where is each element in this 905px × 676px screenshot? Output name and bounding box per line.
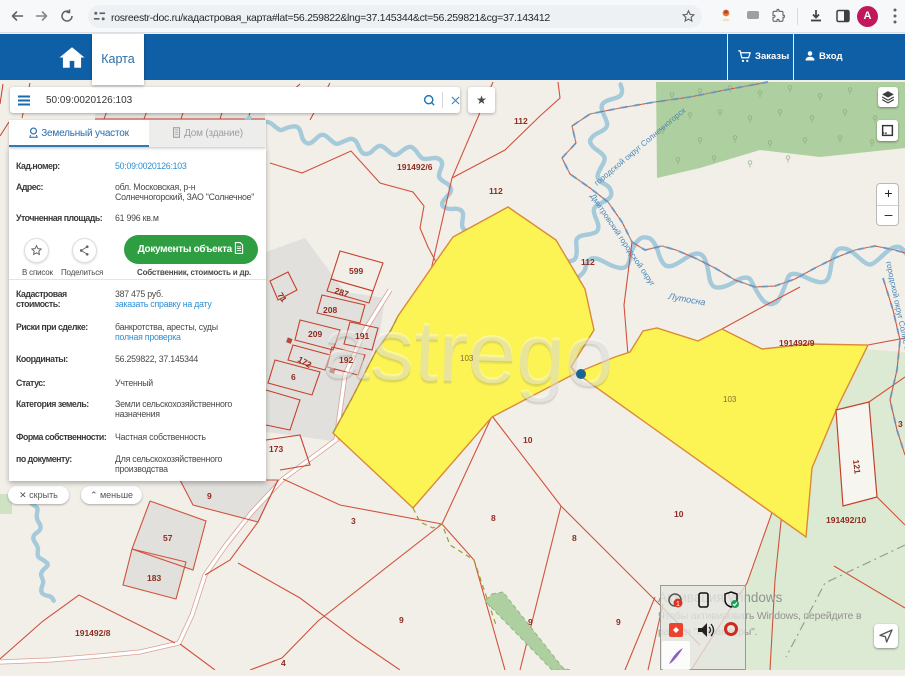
svg-text:astrego: astrego <box>320 297 615 405</box>
svg-text:8: 8 <box>491 513 496 523</box>
svg-text:4: 4 <box>281 658 286 668</box>
svg-text:191492/9: 191492/9 <box>779 338 815 348</box>
svg-text:112: 112 <box>581 257 595 267</box>
svg-text:10: 10 <box>523 435 533 445</box>
svg-text:8: 8 <box>572 533 577 543</box>
svg-text:173: 173 <box>269 444 283 454</box>
svg-text:112: 112 <box>514 116 528 126</box>
svg-text:121: 121 <box>851 459 863 475</box>
svg-text:9: 9 <box>399 615 404 625</box>
svg-text:208: 208 <box>323 305 337 315</box>
svg-text:191492/10: 191492/10 <box>826 515 866 525</box>
svg-text:3: 3 <box>351 516 356 526</box>
svg-text:103: 103 <box>723 395 737 404</box>
svg-text:599: 599 <box>349 266 363 276</box>
svg-text:3: 3 <box>898 419 903 429</box>
svg-text:112: 112 <box>489 186 503 196</box>
svg-text:1: 1 <box>676 601 680 608</box>
svg-text:9: 9 <box>528 617 533 627</box>
svg-text:209: 209 <box>308 329 322 339</box>
svg-text:57: 57 <box>163 533 173 543</box>
svg-text:9: 9 <box>207 491 212 501</box>
svg-text:103: 103 <box>460 354 474 363</box>
svg-text:191492/8: 191492/8 <box>75 628 111 638</box>
svg-text:192: 192 <box>339 355 353 365</box>
svg-text:191: 191 <box>355 331 369 341</box>
svg-text:183: 183 <box>147 573 161 583</box>
svg-text:6: 6 <box>291 372 296 382</box>
svg-text:9: 9 <box>616 617 621 627</box>
svg-text:191492/6: 191492/6 <box>397 162 433 172</box>
svg-text:10: 10 <box>674 509 684 519</box>
